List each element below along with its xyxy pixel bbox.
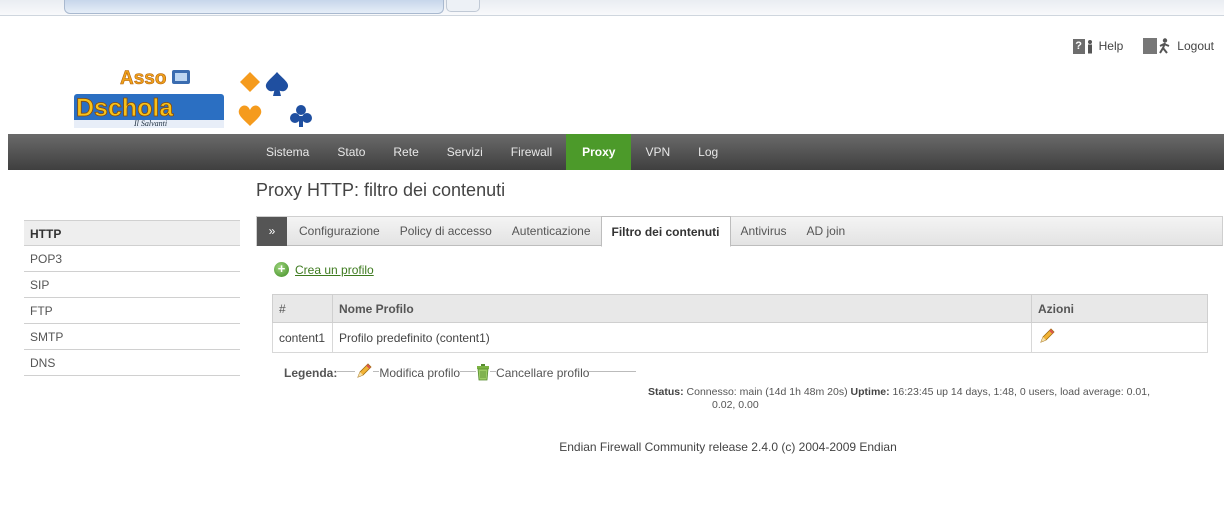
nav-sistema[interactable]: Sistema bbox=[252, 134, 323, 170]
sidebar-item-http[interactable]: HTTP bbox=[24, 220, 240, 246]
tab-antivirus[interactable]: Antivirus bbox=[731, 217, 797, 246]
help-link[interactable]: ? Help bbox=[1072, 38, 1124, 54]
legend: Legenda: Modifica profilo Cancellare pro… bbox=[284, 362, 636, 383]
logout-link[interactable]: Logout bbox=[1143, 38, 1214, 54]
create-profile-label: Crea un profilo bbox=[295, 262, 374, 277]
uptime-label: Uptime: bbox=[850, 386, 890, 398]
status-value: Connesso: main (14d 1h 48m 20s) bbox=[686, 386, 848, 398]
legend-title: Legenda: bbox=[284, 365, 338, 380]
nav-stato[interactable]: Stato bbox=[323, 134, 379, 170]
tab-ad-join[interactable]: AD join bbox=[797, 217, 856, 246]
sidebar-item-pop3[interactable]: POP3 bbox=[24, 246, 240, 272]
profile-id-cell: content1 bbox=[272, 322, 333, 353]
nav-servizi[interactable]: Servizi bbox=[433, 134, 497, 170]
top-links: ? Help Logout bbox=[1072, 38, 1214, 54]
tabs-bar: » Configurazione Policy di accesso Auten… bbox=[256, 216, 1223, 247]
table-row: content1 Profilo predefinito (content1) bbox=[272, 322, 1208, 353]
nav-proxy[interactable]: Proxy bbox=[566, 134, 632, 170]
page-title: Proxy HTTP: filtro dei contenuti bbox=[256, 180, 506, 200]
browser-tab-active[interactable] bbox=[64, 0, 444, 14]
profiles-table: # Nome Profilo Azioni content1 Profilo p… bbox=[272, 294, 1208, 353]
logout-icon bbox=[1143, 38, 1173, 54]
status-label: Status: bbox=[648, 386, 684, 398]
nav-firewall[interactable]: Firewall bbox=[497, 134, 566, 170]
logo-dschola-text: Dschola bbox=[76, 94, 174, 122]
tab-policy-di-accesso[interactable]: Policy di accesso bbox=[390, 217, 502, 246]
sidebar-item-sip[interactable]: SIP bbox=[24, 272, 240, 298]
profile-name-cell: Profilo predefinito (content1) bbox=[332, 322, 1032, 353]
uptime-value-continued: 0.02, 0.00 bbox=[712, 399, 759, 411]
asso-dschola-logo[interactable]: Asso Dschola Il Salvanti bbox=[72, 64, 322, 132]
nav-vpn[interactable]: VPN bbox=[631, 134, 684, 170]
create-profile-link[interactable]: + Crea un profilo bbox=[274, 262, 374, 277]
legend-edit-label: Modifica profilo bbox=[379, 365, 461, 380]
tab-autenticazione[interactable]: Autenticazione bbox=[502, 217, 601, 246]
add-icon: + bbox=[274, 262, 289, 277]
uptime-value: 16:23:45 up 14 days, 1:48, 0 users, load… bbox=[892, 386, 1150, 398]
footer-text: Endian Firewall Community release 2.4.0 … bbox=[559, 440, 897, 454]
tabs-expand-button[interactable]: » bbox=[257, 217, 287, 246]
help-label: Help bbox=[1098, 39, 1124, 53]
browser-tab-new[interactable] bbox=[446, 0, 480, 12]
legend-delete-label: Cancellare profilo bbox=[496, 365, 590, 380]
help-icon: ? bbox=[1072, 38, 1095, 54]
sidebar-item-ftp[interactable]: FTP bbox=[24, 298, 240, 324]
edit-profile-pencil-icon[interactable] bbox=[1038, 327, 1056, 345]
logout-label: Logout bbox=[1177, 39, 1214, 53]
profile-actions-cell bbox=[1031, 322, 1208, 353]
column-header-profile-name: Nome Profilo bbox=[332, 294, 1032, 323]
tabs: Configurazione Policy di accesso Autenti… bbox=[289, 216, 856, 247]
logo-asso-text: Asso bbox=[120, 68, 166, 89]
browser-chrome bbox=[0, 0, 1224, 16]
tab-filtro-dei-contenuti[interactable]: Filtro dei contenuti bbox=[600, 216, 731, 247]
nav-rete[interactable]: Rete bbox=[379, 134, 432, 170]
main-nav: Sistema Stato Rete Servizi Firewall Prox… bbox=[252, 134, 732, 170]
column-header-actions: Azioni bbox=[1031, 294, 1208, 323]
sidebar: HTTP POP3 SIP FTP SMTP DNS bbox=[24, 220, 240, 376]
legend-pencil-icon bbox=[355, 362, 374, 383]
logo-tagline: Il Salvanti bbox=[133, 119, 167, 128]
tab-configurazione[interactable]: Configurazione bbox=[289, 217, 390, 246]
column-header-number: # bbox=[272, 294, 333, 323]
legend-trash-icon bbox=[476, 364, 491, 381]
sidebar-item-smtp[interactable]: SMTP bbox=[24, 324, 240, 350]
nav-log[interactable]: Log bbox=[684, 134, 732, 170]
status-bar: Status: Connesso: main (14d 1h 48m 20s) … bbox=[648, 386, 1208, 412]
main-navbar: Sistema Stato Rete Servizi Firewall Prox… bbox=[8, 134, 1224, 170]
sidebar-item-dns[interactable]: DNS bbox=[24, 350, 240, 376]
table-header-row: # Nome Profilo Azioni bbox=[272, 294, 1208, 323]
